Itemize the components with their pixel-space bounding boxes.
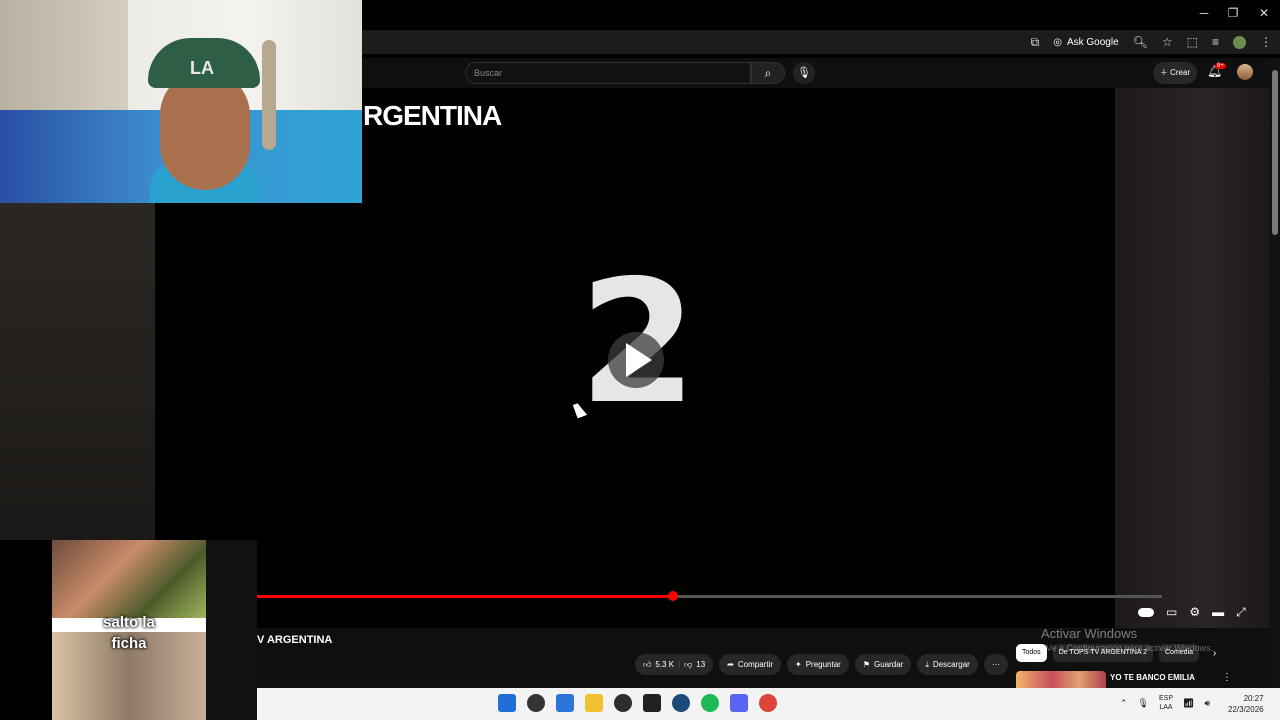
dislike-count: 13 (696, 660, 706, 669)
plus-icon: ＋ (1159, 68, 1168, 77)
chip-all[interactable]: Todos (1016, 644, 1047, 662)
volume-icon[interactable]: 🔊︎ (1204, 698, 1210, 709)
create-label: Crear (1170, 68, 1191, 77)
clock-date: 22/3/2026 (1228, 705, 1264, 714)
avatar[interactable] (1237, 64, 1253, 80)
sparkle-icon: ✦ (795, 660, 802, 669)
subtitles-icon[interactable]: ▭ (1166, 605, 1177, 620)
player-controls: ▭ ⚙ ▬ ⤢ (1138, 605, 1246, 620)
system-tray: ⌃ 🎙︎ ESP LAA 📶︎ 🔊︎ (1120, 694, 1210, 712)
voice-search-button[interactable]: 🎙︎ (793, 62, 815, 84)
zoom-icon[interactable]: 🔍︎ (1133, 35, 1148, 49)
ask-button[interactable]: ✦ Preguntar (787, 654, 849, 675)
close-window-button[interactable]: ✕ (1253, 6, 1275, 20)
discord-icon[interactable] (730, 694, 748, 712)
extensions-icon[interactable]: ⬚ (1187, 35, 1198, 49)
webcam-overlay: LA (0, 0, 362, 203)
activate-windows-subtext: Ve a Configuración para activar Windows. (1046, 643, 1214, 653)
media-control-icon[interactable]: ≡ (1212, 35, 1219, 49)
search-icon: ⌕ (764, 66, 772, 80)
chevron-up-icon[interactable]: ⌃ (1120, 698, 1128, 709)
wifi-icon[interactable]: 📶︎ (1183, 698, 1194, 709)
steam-icon[interactable] (672, 694, 690, 712)
windows-start-icon[interactable] (498, 694, 516, 712)
lang-line1: ESP (1158, 695, 1173, 702)
browser-menu-icon[interactable]: ⋮ (1260, 35, 1272, 49)
video-title-text: V ARGENTINA (257, 634, 333, 646)
share-button[interactable]: ➦ Compartir (719, 654, 781, 675)
meme-right-background (206, 540, 257, 720)
store-icon[interactable] (556, 694, 574, 712)
webcam-guitar (262, 40, 276, 150)
share-label: Compartir (737, 660, 773, 669)
autoplay-toggle[interactable] (1138, 608, 1154, 617)
browser-toolbar-icons: ⧉ ◎ Ask Google 🔍︎ ☆ ⬚ ≡ ⋮ (1031, 30, 1272, 54)
notification-badge: 9+ (1215, 63, 1226, 69)
settings-gear-icon[interactable]: ⚙ (1189, 605, 1200, 620)
save-label: Guardar (874, 660, 904, 669)
download-icon: ⤓ (925, 660, 929, 669)
more-vert-icon[interactable]: ⋮ (1222, 672, 1232, 683)
app-icon[interactable] (614, 694, 632, 712)
microphone-icon: 🎙︎ (797, 67, 811, 79)
ask-google-label: Ask Google (1066, 36, 1119, 48)
more-actions-button[interactable]: ··· (983, 654, 1008, 675)
mic-tray-icon[interactable]: 🎙︎ (1138, 698, 1149, 709)
bookmark-icon: ⚑ (862, 660, 871, 669)
play-icon (626, 343, 652, 377)
like-button[interactable]: 👍︎ 5.3 K | 👎︎ 13 (635, 654, 714, 675)
theater-mode-icon[interactable]: ▬ (1212, 605, 1224, 620)
clock[interactable]: 20:27 22/3/2026 (1228, 693, 1264, 715)
epic-games-icon[interactable] (643, 694, 661, 712)
recommendation-thumbnail[interactable] (1016, 671, 1106, 688)
download-label: Descargar (932, 660, 970, 669)
webcam-face (160, 70, 250, 190)
progress-played (257, 595, 674, 598)
video-actions: 👍︎ 5.3 K | 👎︎ 13 ➦ Compartir ✦ Preguntar… (635, 654, 1008, 675)
lang-line2: LAA (1159, 704, 1173, 711)
left-blurred-panel (0, 203, 155, 540)
bookmark-star-icon[interactable]: ☆ (1162, 35, 1173, 49)
file-explorer-icon[interactable] (585, 694, 603, 712)
clock-time: 20:27 (1243, 694, 1264, 703)
meme-caption-line2: ficha (111, 635, 147, 652)
taskbar-apps (498, 694, 777, 712)
download-button[interactable]: ⤓ Descargar (917, 654, 978, 675)
video-progress-bar[interactable] (257, 591, 1162, 601)
fullscreen-icon[interactable]: ⤢ (1236, 605, 1246, 620)
thumbs-up-icon: 👍︎ (643, 660, 652, 669)
search-input[interactable]: Buscar (465, 62, 751, 84)
cap-logo: LA (190, 58, 214, 78)
like-count: 5.3 K (655, 660, 675, 669)
chrome-icon[interactable] (759, 694, 777, 712)
create-button[interactable]: ＋ Crear (1153, 62, 1197, 84)
ask-label: Preguntar (805, 660, 841, 669)
search-button[interactable]: ⌕ (751, 62, 785, 84)
cast-icon[interactable]: ⧉ (1031, 35, 1040, 50)
scrollbar-thumb[interactable] (1272, 70, 1278, 235)
save-button[interactable]: ⚑ Guardar (854, 654, 912, 675)
restore-window-button[interactable]: ❐ (1222, 6, 1244, 20)
minimize-window-button[interactable]: ─ (1193, 6, 1215, 20)
chevron-right-icon[interactable]: › (1213, 648, 1216, 659)
google-lens-icon: ◎ (1053, 36, 1062, 48)
spotify-icon[interactable] (701, 694, 719, 712)
meme-caption-line1: salto la (103, 614, 155, 631)
taskbar-search-icon[interactable] (527, 694, 545, 712)
input-language[interactable]: ESP LAA (1159, 694, 1173, 712)
ask-google-button[interactable]: ◎ Ask Google (1053, 37, 1118, 48)
video-overlay-title: RGENTINA (363, 100, 502, 131)
meme-caption: salto la ficha (52, 612, 206, 654)
thumbs-down-icon[interactable]: 👎︎ (684, 654, 692, 675)
right-blurred-panel (1115, 88, 1270, 628)
meme-left-background (0, 540, 52, 720)
profile-icon[interactable] (1233, 35, 1246, 49)
meme-top-image (52, 540, 206, 618)
progress-scrubber[interactable] (668, 591, 679, 601)
meme-overlay: salto la ficha (52, 540, 206, 720)
recommendation-title[interactable]: YO TE BANCO EMILIA (1110, 673, 1195, 682)
activate-windows-watermark: Activar Windows (1041, 626, 1138, 641)
share-icon: ➦ (727, 660, 734, 669)
